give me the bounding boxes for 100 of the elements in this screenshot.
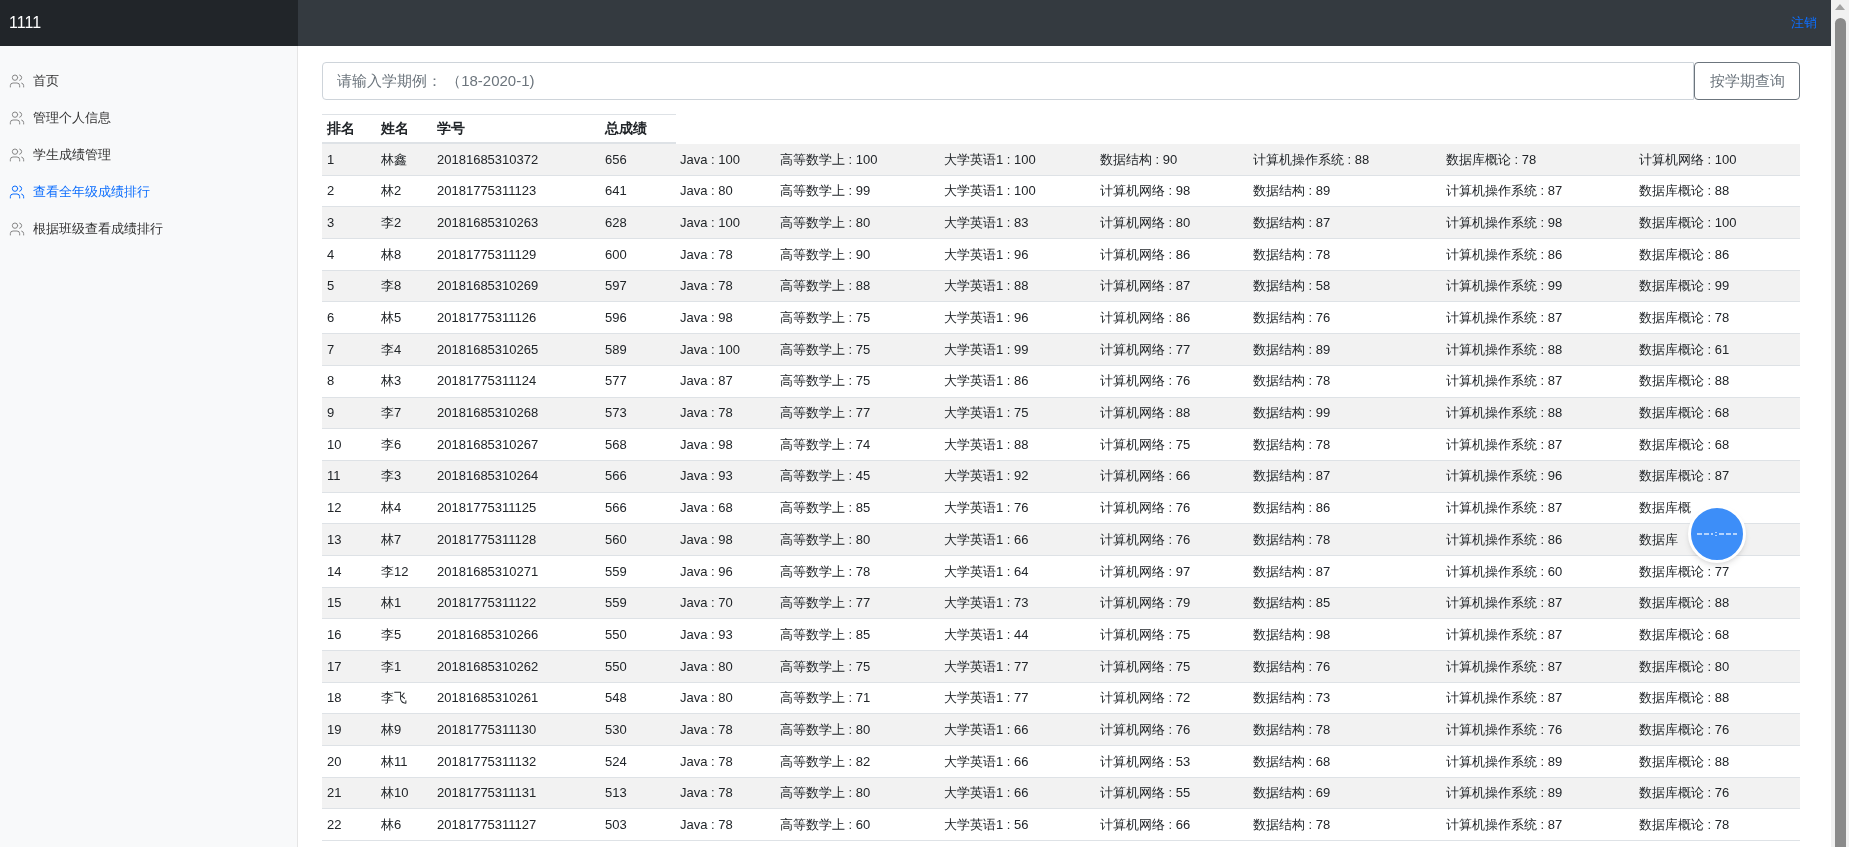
table-cell-text: Java : 100 — [679, 213, 741, 232]
table-cell-text: 李5 — [380, 625, 403, 644]
table-cell-text: 数据结构 : 86 — [1252, 499, 1332, 518]
table-cell-text: 600 — [604, 245, 628, 264]
sidebar-item[interactable]: 根据班级查看成绩排行 — [0, 210, 297, 247]
table-cell-text: 大学英语1 : 88 — [943, 435, 1030, 454]
table-cell-text: 597 — [604, 277, 628, 296]
table-cell-text: 20181685310271 — [436, 562, 540, 581]
table-cell-text: 20181775311129 — [436, 245, 538, 264]
table-cell-text: 大学英语1 : 96 — [943, 245, 1030, 264]
table-cell-text: 数据结构 : 76 — [1252, 309, 1332, 328]
table-cell-text: 林8 — [380, 245, 403, 264]
table-cell-text: 596 — [604, 309, 628, 328]
table-cell-text: 数据结构 : 78 — [1252, 816, 1332, 835]
table-cell-text: 大学英语1 : 100 — [943, 182, 1037, 201]
table-cell-text: 林11 — [380, 752, 409, 771]
table-cell-text: 9 — [326, 404, 336, 423]
table-cell-text: Java : 80 — [679, 182, 734, 201]
table-cell-text: 大学英语1 : 66 — [943, 784, 1030, 803]
table-cell-text: 高等数学上 : 75 — [779, 657, 872, 676]
table-cell-text: 8 — [326, 372, 336, 391]
column-header: 总成绩 — [603, 119, 648, 138]
table-cell-text: 数据结构 : 90 — [1099, 150, 1179, 169]
table-cell-text: 计算机操作系统 : 88 — [1445, 340, 1564, 359]
table-cell-text: 数据库概论 : 88 — [1638, 372, 1730, 391]
table-cell-text: Java : 93 — [679, 625, 734, 644]
table-cell-text: 计算机网络 : 80 — [1099, 213, 1192, 232]
table-cell-text: 数据结构 : 87 — [1252, 562, 1332, 581]
column-header: 姓名 — [380, 119, 410, 138]
table-cell-text: Java : 98 — [679, 530, 734, 549]
table-cell-text: Java : 78 — [679, 245, 734, 264]
table-cell-text: 大学英语1 : 88 — [943, 277, 1030, 296]
table-cell-text: 计算机操作系统 : 89 — [1445, 784, 1564, 803]
table-cell-text: 17 — [326, 657, 343, 676]
table-cell-text: 高等数学上 : 75 — [779, 309, 872, 328]
table-cell-text: 李4 — [380, 340, 403, 359]
table-cell-text: 大学英语1 : 44 — [943, 625, 1030, 644]
table-cell-text: 数据结构 : 98 — [1252, 625, 1332, 644]
table-cell-text: 大学英语1 : 66 — [943, 720, 1030, 739]
table-cell-text: 计算机网络 : 100 — [1638, 150, 1737, 169]
table-cell-text: Java : 80 — [679, 689, 734, 708]
table-cell-text: 计算机网络 : 76 — [1099, 720, 1192, 739]
table-cell-text: 20181775311123 — [436, 182, 538, 201]
sidebar-item[interactable]: 首页 — [0, 62, 297, 99]
table-cell-text: 数据库 — [1638, 530, 1678, 549]
table-cell-text: 559 — [604, 562, 628, 581]
table-cell-text: 20181685310267 — [436, 435, 540, 454]
table-cell-text: 李2 — [380, 213, 403, 232]
table-cell-text: Java : 78 — [679, 404, 734, 423]
table-cell-text: 20181685310265 — [436, 340, 540, 359]
table-cell-text: 高等数学上 : 77 — [779, 594, 872, 613]
table-cell-text: 计算机操作系统 : 88 — [1445, 404, 1564, 423]
table-cell-text: 11 — [326, 467, 342, 486]
table-cell-text: 高等数学上 : 85 — [779, 625, 872, 644]
table-cell-text: Java : 70 — [679, 594, 734, 613]
table-cell-text: Java : 98 — [679, 309, 734, 328]
table-cell-text: 大学英语1 : 96 — [943, 309, 1030, 328]
table-cell-text: 大学英语1 : 86 — [943, 372, 1030, 391]
table-cell-text: 数据库概论 : 76 — [1638, 720, 1730, 739]
search-button[interactable]: 按学期查询 — [1694, 62, 1800, 100]
table-cell-text: 20181775311125 — [436, 499, 538, 518]
table-cell-text: 高等数学上 : 80 — [779, 720, 872, 739]
users-icon — [9, 183, 25, 200]
sidebar-item[interactable]: 学生成绩管理 — [0, 136, 297, 173]
table-cell-text: 李1 — [380, 657, 403, 676]
semester-input[interactable]: 请输入学期例： （18-2020-1) — [322, 62, 1694, 100]
table-cell-text: 559 — [604, 594, 628, 613]
table-cell-text: 数据结构 : 78 — [1252, 372, 1332, 391]
sidebar-item[interactable]: 管理个人信息 — [0, 99, 297, 136]
table-cell-text: 20181775311131 — [436, 784, 538, 803]
table-cell-text: 大学英语1 : 75 — [943, 404, 1030, 423]
scroll-up-icon[interactable] — [1835, 4, 1845, 10]
table-cell-text: 数据结构 : 99 — [1252, 404, 1332, 423]
table-cell-text: 计算机网络 : 55 — [1099, 784, 1192, 803]
table-cell-text: 高等数学上 : 80 — [779, 213, 872, 232]
table-cell-text: 数据结构 : 69 — [1252, 784, 1332, 803]
table-cell-text: 大学英语1 : 64 — [943, 562, 1030, 581]
sidebar-item[interactable]: 查看全年级成绩排行 — [0, 173, 297, 210]
table-cell-text: 高等数学上 : 80 — [779, 530, 872, 549]
table-cell-text: 20181685310261 — [436, 689, 540, 708]
table-cell-text: 李飞 — [380, 689, 408, 708]
table-cell-text: 641 — [604, 182, 628, 201]
table-cell-text: 计算机网络 : 88 — [1099, 404, 1192, 423]
table-cell-text: 林1 — [380, 594, 403, 613]
table-cell-text: Java : 78 — [679, 784, 734, 803]
table-cell-text: 计算机网络 : 76 — [1099, 499, 1192, 518]
table-cell-text: 高等数学上 : 88 — [779, 277, 872, 296]
table-cell-text: Java : 100 — [679, 340, 741, 359]
table-cell-text: 林4 — [380, 499, 403, 518]
table-cell-text: 20181685310266 — [436, 625, 540, 644]
table-cell-text: 10 — [326, 435, 343, 454]
table-cell-text: 18 — [326, 689, 343, 708]
users-icon — [9, 146, 25, 163]
table-cell-text: 大学英语1 : 77 — [943, 657, 1030, 676]
table-cell-text: 数据库概 — [1638, 499, 1691, 518]
table-cell-text: 数据结构 : 73 — [1252, 689, 1332, 708]
table-cell-text: 计算机操作系统 : 87 — [1445, 372, 1564, 391]
table-cell-text: Java : 78 — [679, 816, 734, 835]
scrollbar[interactable] — [1831, 0, 1849, 847]
table-cell-text: 20181775311132 — [436, 752, 538, 771]
